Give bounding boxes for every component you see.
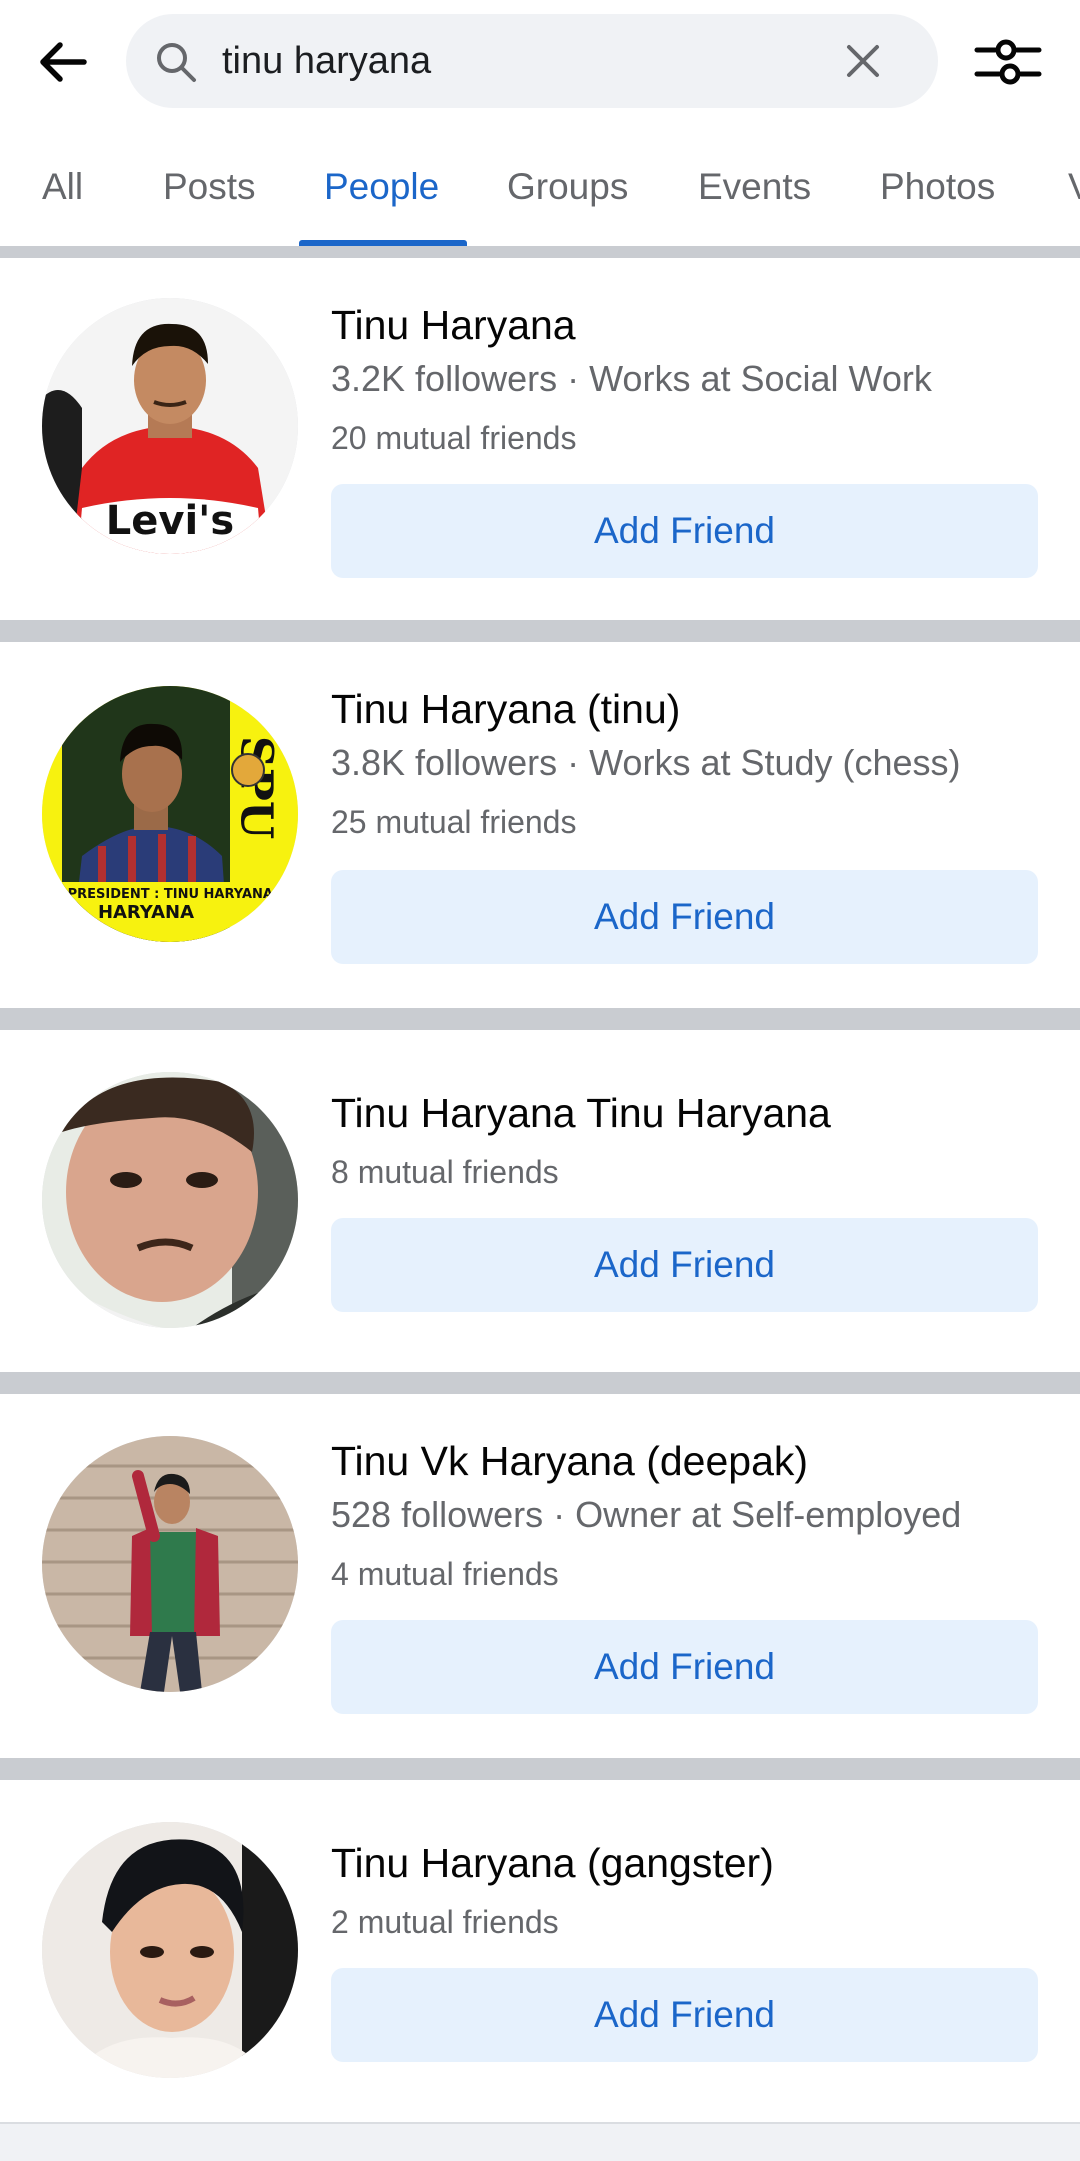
search-field[interactable]: tinu haryana [126,14,938,108]
person-name[interactable]: Tinu Haryana [331,302,576,349]
section-divider [0,1372,1080,1394]
avatar-poster-line1: STATE PRESIDENT : TINU HARYANA [42,887,273,902]
search-header: tinu haryana [0,0,1080,122]
avatar[interactable] [42,1822,298,2078]
person-details: 528 followers · Owner at Self-employed [331,1494,962,1535]
section-divider [0,246,1080,258]
person-details: 3.2K followers · Works at Social Work [331,358,932,399]
search-results-page: tinu haryana All Posts People Groups Eve… [0,0,1080,2161]
person-result[interactable]: Tinu Haryana Tinu Haryana 8 mutual frien… [0,1030,1080,1372]
avatar-poster-line2: HARYANA [98,902,194,923]
section-divider [0,620,1080,642]
profile-photo [42,1072,298,1328]
add-friend-button[interactable]: Add Friend [331,870,1038,964]
person-result[interactable]: Levi's Tinu Haryana 3.2K followers · Wor… [0,258,1080,620]
tab-photos[interactable]: Photos [880,122,995,246]
tab-videos[interactable]: V [1068,122,1080,246]
mutual-friends: 8 mutual friends [331,1154,559,1190]
profile-photo [42,1822,298,2078]
profile-photo: STATE PRESIDENT : TINU HARYANA HARYANA S… [42,686,298,942]
arrow-left-icon [40,42,87,82]
tab-all[interactable]: All [42,122,83,246]
avatar-shirt-text: Levi's [106,498,234,544]
avatar[interactable]: Levi's [42,298,298,554]
avatar-poster-letters: SPU [231,736,282,839]
person-result[interactable]: STATE PRESIDENT : TINU HARYANA HARYANA S… [0,642,1080,1008]
person-name[interactable]: Tinu Vk Haryana (deepak) [331,1438,808,1485]
tab-people[interactable]: People [324,122,439,246]
add-friend-button[interactable]: Add Friend [331,1620,1038,1714]
profile-photo: Levi's [42,298,298,554]
profile-photo [42,1436,298,1692]
mutual-friends: 25 mutual friends [331,804,577,840]
avatar[interactable] [42,1072,298,1328]
search-input[interactable]: tinu haryana [222,14,431,108]
tab-events[interactable]: Events [698,122,811,246]
tab-groups[interactable]: Groups [507,122,628,246]
person-name[interactable]: Tinu Haryana (gangster) [331,1840,774,1887]
section-divider [0,1008,1080,1030]
filter-button[interactable] [970,24,1046,100]
person-result[interactable]: Tinu Haryana (gangster) 2 mutual friends… [0,1780,1080,2122]
person-result[interactable]: Tinu Vk Haryana (deepak) 528 followers ·… [0,1394,1080,1758]
avatar[interactable]: STATE PRESIDENT : TINU HARYANA HARYANA S… [42,686,298,942]
search-tabs: All Posts People Groups Events Photos V [0,122,1080,246]
avatar[interactable] [42,1436,298,1692]
sliders-icon [974,39,1042,85]
person-details: 3.8K followers · Works at Study (chess) [331,742,961,783]
add-friend-button[interactable]: Add Friend [331,1218,1038,1312]
section-divider [0,1758,1080,1780]
person-name[interactable]: Tinu Haryana (tinu) [331,686,680,733]
next-result-preview [0,2122,1080,2161]
add-friend-button[interactable]: Add Friend [331,1968,1038,2062]
add-friend-button[interactable]: Add Friend [331,484,1038,578]
search-icon [157,43,196,82]
mutual-friends: 2 mutual friends [331,1904,559,1940]
mutual-friends: 4 mutual friends [331,1556,559,1592]
person-name[interactable]: Tinu Haryana Tinu Haryana [331,1090,831,1137]
close-icon[interactable] [840,38,886,84]
back-button[interactable] [22,22,102,102]
mutual-friends: 20 mutual friends [331,420,577,456]
tab-posts[interactable]: Posts [163,122,256,246]
